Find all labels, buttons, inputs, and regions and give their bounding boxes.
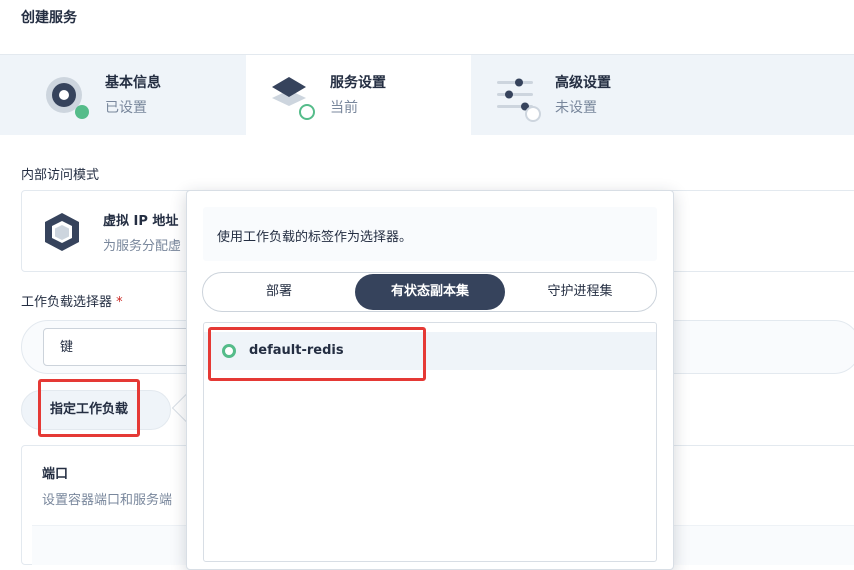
required-mark: * (116, 295, 123, 310)
ports-desc: 设置容器端口和服务端 (42, 493, 173, 508)
step-status: 已设置 (105, 100, 147, 116)
steps-bar: 基本信息 已设置 服务设置 当前 高级设置 未设置 (0, 55, 854, 135)
access-mode-label: 内部访问模式 (21, 168, 100, 183)
step-name: 服务设置 (330, 75, 386, 91)
tab-statefulsets[interactable]: 有状态副本集 (355, 274, 505, 310)
access-mode-option-desc: 为服务分配虚 (103, 239, 182, 254)
tab-deployments[interactable]: 部署 (204, 274, 354, 310)
page-header (0, 0, 854, 55)
step-status: 当前 (330, 100, 358, 116)
step-name: 基本信息 (105, 75, 161, 91)
ports-title: 端口 (42, 467, 69, 482)
step-service-settings[interactable]: 服务设置 当前 (246, 55, 471, 135)
page-title: 创建服务 (21, 10, 77, 26)
access-mode-option-title: 虚拟 IP 地址 (103, 214, 179, 229)
step-name: 高级设置 (555, 75, 611, 91)
workload-selector-label: 工作负载选择器 * (21, 295, 123, 310)
step-basic-info[interactable]: 基本信息 已设置 (0, 55, 246, 135)
target-icon (44, 75, 90, 125)
sliders-icon (495, 75, 543, 127)
popover-info: 使用工作负载的标签作为选择器。 (203, 207, 657, 261)
layers-icon (268, 75, 318, 127)
cube-icon (42, 211, 82, 257)
step-advanced-settings[interactable]: 高级设置 未设置 (471, 55, 854, 135)
tab-daemonsets[interactable]: 守护进程集 (505, 274, 655, 310)
highlight-box (208, 327, 426, 381)
step-status: 未设置 (555, 100, 597, 116)
highlight-box (38, 379, 140, 437)
